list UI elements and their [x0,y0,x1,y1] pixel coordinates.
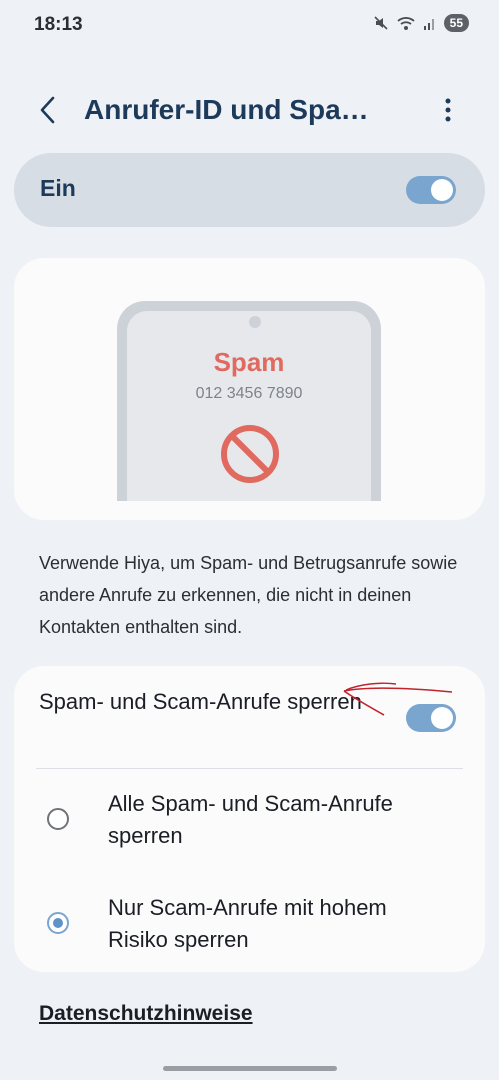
switch-knob [431,707,453,729]
more-vertical-icon [445,98,451,122]
block-calls-label: Spam- und Scam-Anrufe sperren [39,689,362,714]
radio-block-all[interactable] [47,808,69,830]
more-options-button[interactable] [432,92,464,128]
master-toggle-label: Ein [40,175,76,201]
privacy-notice-link[interactable]: Datenschutzhinweise [39,1002,253,1026]
mute-icon [374,16,388,30]
option-label: Nur Scam-Anrufe mit hohem Risiko sperren [108,895,387,952]
block-options-card: Spam- und Scam-Anrufe sperren Alle Spam-… [14,666,485,972]
spam-phone-number: 012 3456 7890 [195,385,303,402]
divider [36,768,463,769]
camera-dot [249,316,261,328]
illustration-card: Spam 012 3456 7890 [14,258,485,520]
status-bar: 18:13 55 [0,0,499,52]
battery-icon: 55 [443,14,469,32]
wifi-icon [397,17,415,30]
signal-icon [423,19,434,30]
page-title: Anrufer-ID und Spa… [84,94,369,125]
status-time: 18:13 [34,14,83,35]
master-toggle-switch[interactable] [406,176,456,204]
status-icons: 55 [373,14,469,32]
back-button[interactable] [30,92,66,128]
back-arrow-icon [40,96,55,124]
description-text: Verwende Hiya, um Spam- und Betrugsanruf… [39,553,458,637]
top-app-bar: Anrufer-ID und Spa… [0,80,499,140]
option-label: Alle Spam- und Scam-Anrufe sperren [108,791,393,848]
spam-title: Spam [213,347,285,377]
switch-knob [431,179,453,201]
radio-block-high-risk[interactable] [47,912,69,934]
block-icon [221,425,279,483]
home-indicator[interactable] [163,1066,337,1071]
phone-screen: Spam 012 3456 7890 [127,311,371,501]
phone-illustration: Spam 012 3456 7890 [117,301,381,501]
option-block-high-risk[interactable]: Nur Scam-Anrufe mit hohem Risiko sperren [14,880,485,970]
master-toggle-row[interactable]: Ein [14,153,485,227]
block-calls-switch[interactable] [406,704,456,732]
option-block-all[interactable]: Alle Spam- und Scam-Anrufe sperren [14,778,485,868]
